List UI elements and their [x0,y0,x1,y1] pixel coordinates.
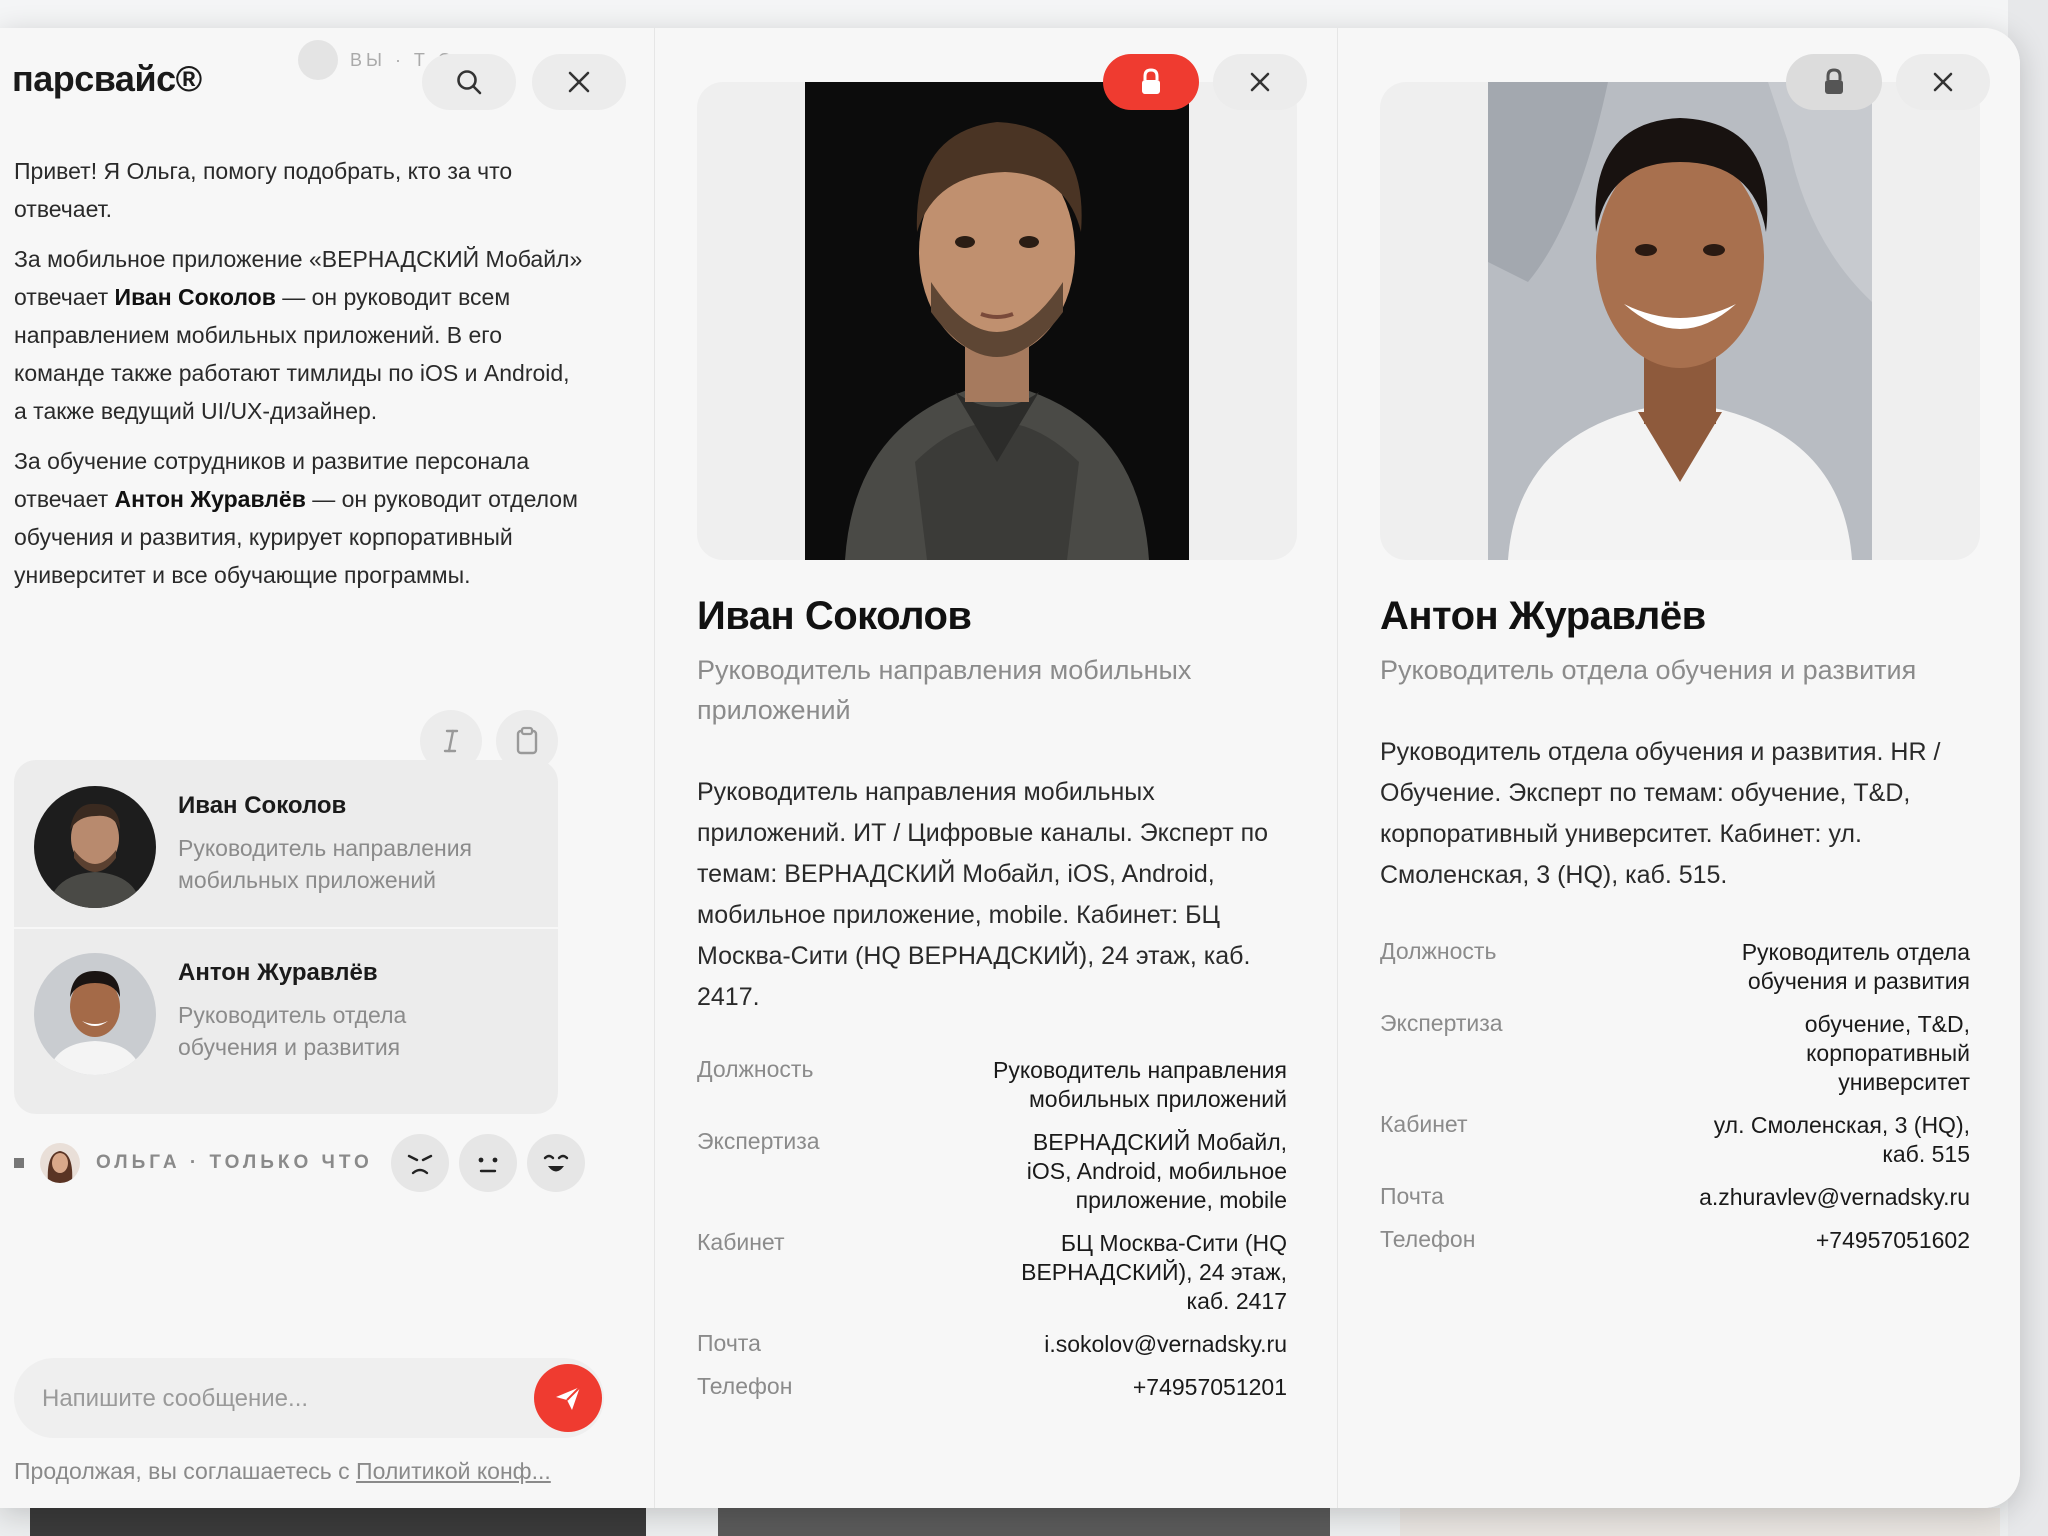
profile-description: Руководитель отдела обучения и развития.… [1380,738,1941,889]
reaction-neutral-button[interactable] [458,1134,517,1192]
detail-row: Почта a.zhuravlev@vernadsky.ru [1380,1183,1970,1210]
reaction-happy-button[interactable] [526,1134,585,1192]
sender-label: ОЛЬГА · ТОЛЬКО ЧТО [96,1152,373,1173]
text-cursor-icon [443,729,459,753]
message-paragraph: За обучение сотрудников и развитие персо… [14,448,578,588]
detail-row: Кабинет БЦ Москва-Сити (HQ ВЕРНАДСКИЙ), 2… [697,1229,1287,1314]
send-button[interactable] [534,1364,602,1432]
clipboard-icon [516,726,538,755]
profile-role: Руководитель направления мобильных прило… [697,655,1192,725]
person-cards: Иван Соколов Руководитель направления мо… [14,760,558,1114]
person-card[interactable]: Антон Журавлёв Руководитель отдела обуче… [14,927,558,1094]
angry-emoji-icon [407,1154,433,1175]
lock-icon [1825,68,1843,94]
profile-role: Руководитель отдела обучения и развития [1380,655,1917,685]
background-photo [718,1508,1330,1536]
person-card[interactable]: Иван Соколов Руководитель направления мо… [14,760,558,925]
close-icon [1933,72,1953,92]
background-photo [1400,1508,2000,1536]
detail-row: Кабинет ул. Смоленская, 3 (HQ), каб. 515 [1380,1111,1970,1167]
send-icon [556,1386,581,1410]
profile-details: Должность Руководитель отдела обучения и … [1380,938,1970,1269]
profile-panel: Иван Соколов Руководитель направления мо… [655,28,1338,1508]
message-meta-row: ОЛЬГА · ТОЛЬКО ЧТО [14,1134,595,1192]
profile-photo-frame [697,82,1297,560]
assistant-message: Привет! Я Ольга, помогу подобрать, кто з… [14,152,584,606]
profile-name: Иван Соколов [697,594,972,638]
person-card-name: Антон Журавлёв [178,959,378,986]
app-window: парсвайс® ВЫ · Т О · Привет! Я Ольга, по… [0,28,2020,1508]
message-paragraph: За мобильное приложение «ВЕРНАДСКИЙ Моба… [14,246,583,424]
neutral-emoji-icon [478,1157,498,1173]
search-button[interactable] [422,54,516,110]
lock-button[interactable] [1103,54,1199,110]
avatar [34,786,156,908]
message-composer [14,1358,604,1440]
close-icon [568,71,590,93]
profile-photo [805,82,1189,560]
consent-text: Продолжая, вы соглашаетесь с Политикой к… [14,1458,551,1484]
detail-row: Телефон +74957051201 [697,1373,1287,1400]
profile-details: Должность Руководитель направления мобиль… [697,1056,1287,1416]
close-icon [1250,72,1270,92]
profile-panel: Антон Журавлёв Руководитель отдела обуче… [1338,28,2020,1508]
message-paragraph: Привет! Я Ольга, помогу подобрать, кто з… [14,158,513,222]
detail-row: Экспертиза обучение, T&D, корпоративный у… [1380,1010,1970,1095]
detail-row: Экспертиза ВЕРНАДСКИЙ Мобайл, iOS, Androi… [697,1128,1287,1213]
close-profile-button[interactable] [1896,54,1990,110]
app-logo: парсвайс® [12,58,202,99]
chat-panel: парсвайс® ВЫ · Т О · Привет! Я Ольга, по… [0,28,655,1508]
detail-row: Телефон +74957051602 [1380,1226,1970,1253]
profile-description: Руководитель направления мобильных прило… [697,778,1269,1011]
bullet-marker [14,1158,24,1168]
lock-icon [1142,68,1160,94]
person-card-name: Иван Соколов [178,792,347,819]
profile-photo-frame [1380,82,1980,560]
avatar [298,40,338,80]
detail-row: Должность Руководитель отдела обучения и … [1380,938,1970,994]
profile-photo [1488,82,1872,560]
reaction-angry-button[interactable] [390,1134,449,1192]
lock-button[interactable] [1786,54,1882,110]
happy-emoji-icon [543,1154,569,1172]
detail-row: Почта i.sokolov@vernadsky.ru [697,1330,1287,1357]
profile-name: Антон Журавлёв [1380,594,1706,638]
avatar [34,953,156,1075]
search-icon [457,70,482,95]
message-input[interactable] [40,1358,504,1440]
privacy-policy-link[interactable]: Политикой конф... [356,1458,551,1484]
background-photo [30,1508,646,1536]
close-profile-button[interactable] [1213,54,1307,110]
avatar [40,1143,80,1183]
person-card-role: Руководитель направления мобильных прило… [178,835,473,893]
close-chat-button[interactable] [532,54,626,110]
detail-row: Должность Руководитель направления мобиль… [697,1056,1287,1112]
person-card-role: Руководитель отдела обучения и развития [178,1002,407,1060]
